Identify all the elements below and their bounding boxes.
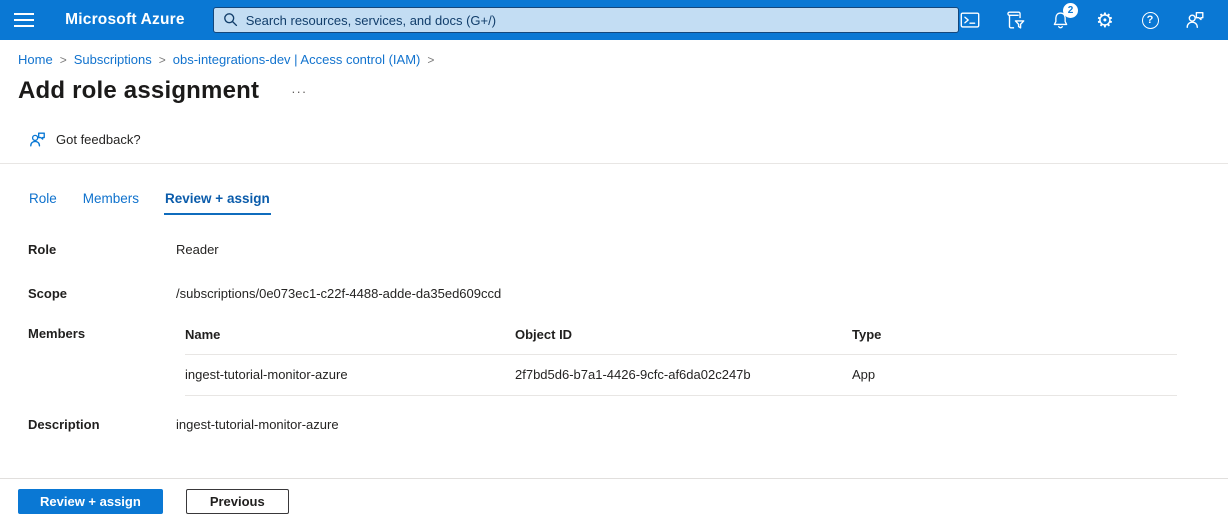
- footer-action-bar: Review + assign Previous: [0, 478, 1228, 524]
- breadcrumb-subscriptions[interactable]: Subscriptions: [74, 52, 152, 67]
- scope-row: Scope /subscriptions/0e073ec1-c22f-4488-…: [0, 286, 1228, 301]
- breadcrumb-access-control[interactable]: obs-integrations-dev | Access control (I…: [173, 52, 421, 67]
- hamburger-menu-icon[interactable]: [0, 0, 47, 40]
- role-value: Reader: [176, 242, 219, 257]
- table-row: ingest-tutorial-monitor-azure 2f7bd5d6-b…: [185, 355, 1177, 396]
- member-object-id-cell: 2f7bd5d6-b7a1-4426-9cfc-af6da02c247b: [515, 355, 852, 396]
- members-table: Name Object ID Type ingest-tutorial-moni…: [185, 326, 1177, 396]
- column-header-type: Type: [852, 326, 1177, 355]
- members-row: Members Name Object ID Type ingest-tutor…: [0, 326, 1228, 396]
- previous-button[interactable]: Previous: [186, 489, 289, 514]
- azure-brand-logo[interactable]: Microsoft Azure: [65, 11, 185, 29]
- members-table-header-row: Name Object ID Type: [185, 326, 1177, 355]
- tab-review-assign[interactable]: Review + assign: [164, 191, 271, 215]
- cloud-shell-icon[interactable]: [959, 9, 981, 31]
- description-row: Description ingest-tutorial-monitor-azur…: [0, 417, 1228, 432]
- breadcrumb-separator: >: [60, 53, 67, 67]
- members-label: Members: [28, 326, 176, 396]
- column-header-object-id: Object ID: [515, 326, 852, 355]
- title-row: Add role assignment ···: [18, 77, 1210, 105]
- scope-value: /subscriptions/0e073ec1-c22f-4488-adde-d…: [176, 286, 501, 301]
- global-search: [213, 7, 959, 33]
- tab-members[interactable]: Members: [82, 191, 140, 215]
- notifications-bell-icon[interactable]: 2: [1049, 9, 1071, 31]
- settings-gear-icon[interactable]: ⚙: [1094, 9, 1116, 31]
- member-name-cell: ingest-tutorial-monitor-azure: [185, 355, 515, 396]
- breadcrumb: Home > Subscriptions > obs-integrations-…: [0, 40, 1228, 67]
- member-type-cell: App: [852, 355, 1177, 396]
- feedback-bar: Got feedback?: [0, 130, 1228, 164]
- scope-label: Scope: [28, 286, 176, 301]
- notification-count-badge: 2: [1063, 3, 1078, 18]
- got-feedback-icon: [28, 130, 47, 149]
- wizard-tabs: Role Members Review + assign: [28, 191, 1228, 215]
- breadcrumb-separator: >: [427, 53, 434, 67]
- review-assign-button[interactable]: Review + assign: [18, 489, 163, 514]
- role-label: Role: [28, 242, 176, 257]
- tab-role[interactable]: Role: [28, 191, 58, 215]
- role-row: Role Reader: [0, 242, 1228, 257]
- azure-top-bar: Microsoft Azure: [0, 0, 1228, 40]
- more-options-ellipsis-icon[interactable]: ···: [291, 84, 307, 99]
- breadcrumb-separator: >: [159, 53, 166, 67]
- breadcrumb-home[interactable]: Home: [18, 52, 53, 67]
- page-title: Add role assignment: [18, 77, 259, 105]
- help-icon[interactable]: ?: [1139, 9, 1161, 31]
- description-label: Description: [28, 417, 176, 432]
- column-header-name: Name: [185, 326, 515, 355]
- search-input[interactable]: [213, 7, 959, 33]
- feedback-icon[interactable]: [1184, 9, 1206, 31]
- got-feedback-link[interactable]: Got feedback?: [56, 132, 141, 147]
- description-value: ingest-tutorial-monitor-azure: [176, 417, 339, 432]
- topbar-actions: 2 ⚙ ?: [959, 9, 1228, 31]
- directory-filter-icon[interactable]: [1004, 9, 1026, 31]
